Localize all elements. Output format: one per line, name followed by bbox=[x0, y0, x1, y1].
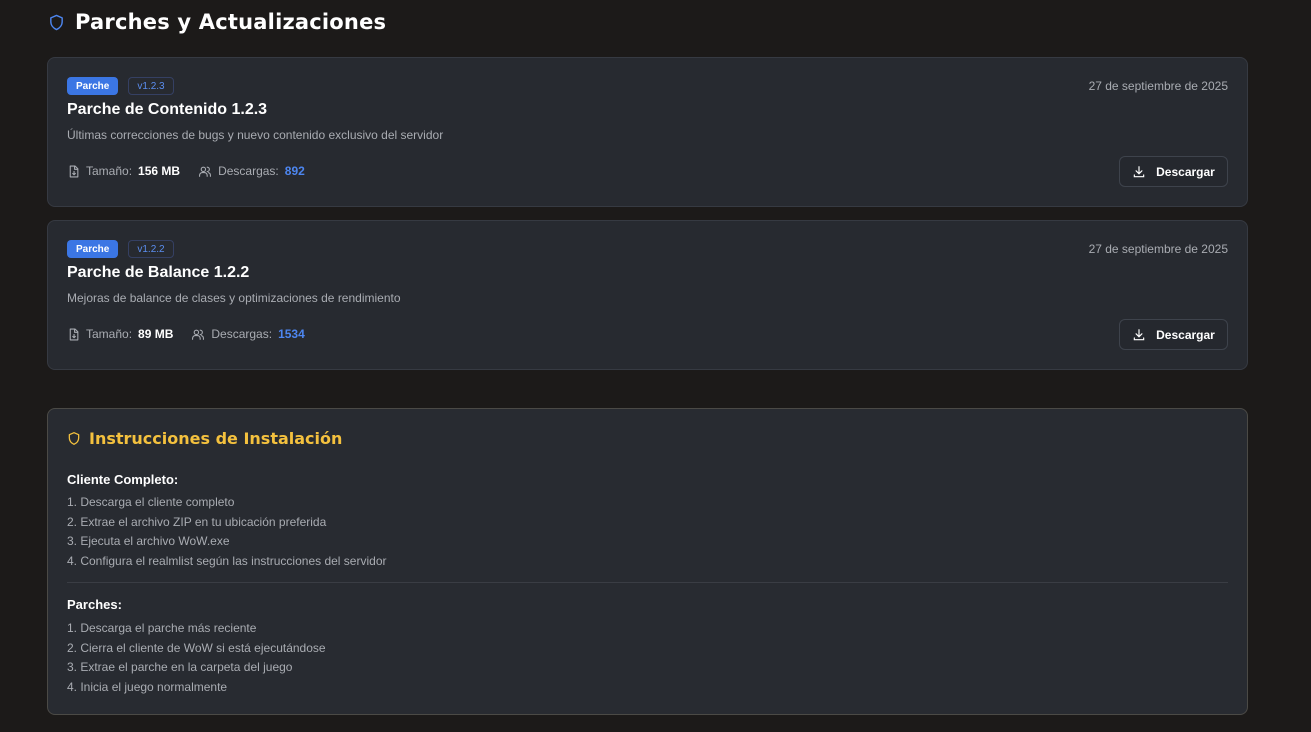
download-button[interactable]: Descargar bbox=[1119, 156, 1228, 187]
size-info: Tamaño: 156 MB bbox=[67, 164, 180, 178]
file-icon bbox=[67, 165, 80, 178]
file-icon bbox=[67, 328, 80, 341]
patch-date: 27 de septiembre de 2025 bbox=[1088, 242, 1228, 256]
patches-steps-list: 1. Descarga el parche más reciente 2. Ci… bbox=[67, 619, 326, 697]
page-title: Parches y Actualizaciones bbox=[75, 10, 387, 34]
list-item: 1. Descarga el parche más reciente bbox=[67, 621, 257, 635]
download-button-label: Descargar bbox=[1156, 164, 1215, 179]
download-button[interactable]: Descargar bbox=[1119, 319, 1228, 350]
instructions-header: Instrucciones de Instalación bbox=[67, 429, 342, 448]
size-label: Tamaño: bbox=[86, 164, 133, 178]
list-item: 3. Extrae el parche en la carpeta del ju… bbox=[67, 660, 293, 674]
patch-description: Últimas correcciones de bugs y nuevo con… bbox=[67, 128, 444, 142]
installation-instructions-card: Instrucciones de Instalación Cliente Com… bbox=[47, 408, 1248, 715]
patch-title: Parche de Contenido 1.2.3 bbox=[67, 101, 268, 118]
downloads-label: Descargas: bbox=[218, 164, 279, 178]
badge-group: Parche v1.2.3 bbox=[67, 77, 174, 95]
patch-meta: Tamaño: 156 MB Descargas: 892 bbox=[67, 164, 323, 178]
client-section-title: Cliente Completo: bbox=[67, 472, 179, 487]
size-info: Tamaño: 89 MB bbox=[67, 327, 173, 341]
patch-meta: Tamaño: 89 MB Descargas: 1534 bbox=[67, 327, 323, 341]
size-value: 156 MB bbox=[138, 164, 181, 178]
shield-icon bbox=[48, 13, 65, 32]
patch-description: Mejoras de balance de clases y optimizac… bbox=[67, 291, 401, 305]
patch-card: Parche v1.2.2 27 de septiembre de 2025 P… bbox=[47, 220, 1248, 370]
shield-icon bbox=[67, 431, 81, 446]
downloads-info: Descargas: 1534 bbox=[191, 327, 305, 341]
downloads-value: 1534 bbox=[278, 327, 305, 341]
size-label: Tamaño: bbox=[86, 327, 133, 341]
download-icon bbox=[1132, 328, 1146, 342]
patch-type-badge: Parche bbox=[67, 77, 119, 95]
patch-title: Parche de Balance 1.2.2 bbox=[67, 264, 250, 281]
list-item: 2. Extrae el archivo ZIP en tu ubicación… bbox=[67, 514, 327, 529]
download-icon bbox=[1132, 165, 1146, 179]
patches-section-title: Parches: bbox=[67, 597, 122, 612]
section-header: Parches y Actualizaciones bbox=[48, 10, 386, 34]
client-steps-list: 1. Descarga el cliente completo 2. Extra… bbox=[67, 493, 386, 571]
users-icon bbox=[191, 328, 205, 341]
downloads-info: Descargas: 892 bbox=[198, 164, 305, 178]
download-button-label: Descargar bbox=[1156, 327, 1215, 342]
divider bbox=[67, 582, 1228, 583]
badge-group: Parche v1.2.2 bbox=[67, 240, 174, 258]
downloads-value: 892 bbox=[284, 164, 305, 178]
size-value: 89 MB bbox=[138, 327, 174, 341]
patch-type-badge: Parche bbox=[67, 240, 119, 258]
list-item: 1. Descarga el cliente completo bbox=[67, 495, 235, 509]
patch-date: 27 de septiembre de 2025 bbox=[1088, 79, 1228, 93]
downloads-label: Descargas: bbox=[211, 327, 273, 341]
version-badge: v1.2.2 bbox=[128, 240, 174, 258]
users-icon bbox=[198, 165, 212, 178]
list-item: 3. Ejecuta el archivo WoW.exe bbox=[67, 534, 230, 548]
version-badge: v1.2.3 bbox=[128, 77, 174, 95]
instructions-title: Instrucciones de Instalación bbox=[89, 429, 343, 448]
list-item: 2. Cierra el cliente de WoW si está ejec… bbox=[67, 640, 326, 655]
patch-card: Parche v1.2.3 27 de septiembre de 2025 P… bbox=[47, 57, 1248, 207]
list-item: 4. Configura el realmlist según las inst… bbox=[67, 553, 387, 568]
list-item: 4. Inicia el juego normalmente bbox=[67, 679, 228, 694]
